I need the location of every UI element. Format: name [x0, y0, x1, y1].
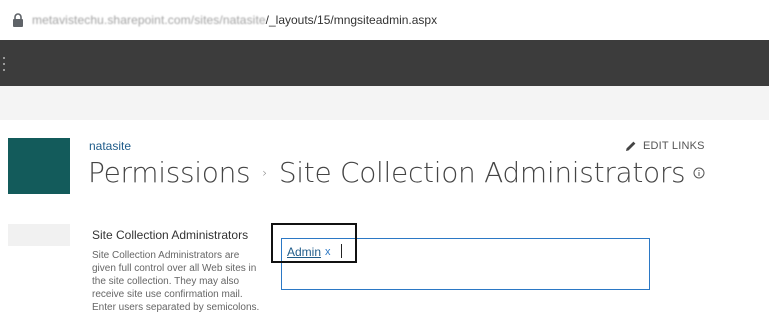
edit-links-button[interactable]: EDIT LINKS: [625, 140, 705, 152]
site-name-link[interactable]: natasite: [89, 139, 131, 153]
url-host[interactable]: metavistechu.sharepoint.com/sites/natasi…: [32, 13, 266, 27]
site-logo[interactable]: [8, 138, 70, 194]
url-path[interactable]: /_layouts/15/mngsiteadmin.aspx: [266, 13, 437, 27]
sharepoint-page: metavistechu.sharepoint.com/sites/natasi…: [0, 0, 769, 333]
page-title: Permissions › Site Collection Administra…: [88, 156, 705, 189]
info-icon[interactable]: [693, 167, 705, 179]
breadcrumb-parent-link[interactable]: Permissions: [88, 156, 251, 189]
suite-bar: [0, 40, 769, 86]
text-caret: [341, 244, 342, 258]
remove-admin-button[interactable]: x: [325, 246, 331, 258]
app-launcher-icon[interactable]: [3, 57, 6, 71]
browser-address-bar[interactable]: metavistechu.sharepoint.com/sites/natasi…: [0, 0, 769, 40]
admin-chip[interactable]: Admin x: [287, 245, 331, 259]
lock-icon: [13, 13, 23, 27]
edit-links-label: EDIT LINKS: [643, 140, 705, 152]
page-title-text: Site Collection Administrators: [278, 156, 686, 189]
section-title: Site Collection Administrators: [92, 228, 249, 242]
admin-chip-name[interactable]: Admin: [287, 245, 321, 259]
pencil-icon: [626, 141, 636, 151]
command-bar: [0, 86, 769, 120]
section-description: Site Collection Administrators are given…: [92, 250, 260, 313]
breadcrumb-separator: ›: [262, 165, 267, 180]
left-navigation: [8, 224, 70, 246]
